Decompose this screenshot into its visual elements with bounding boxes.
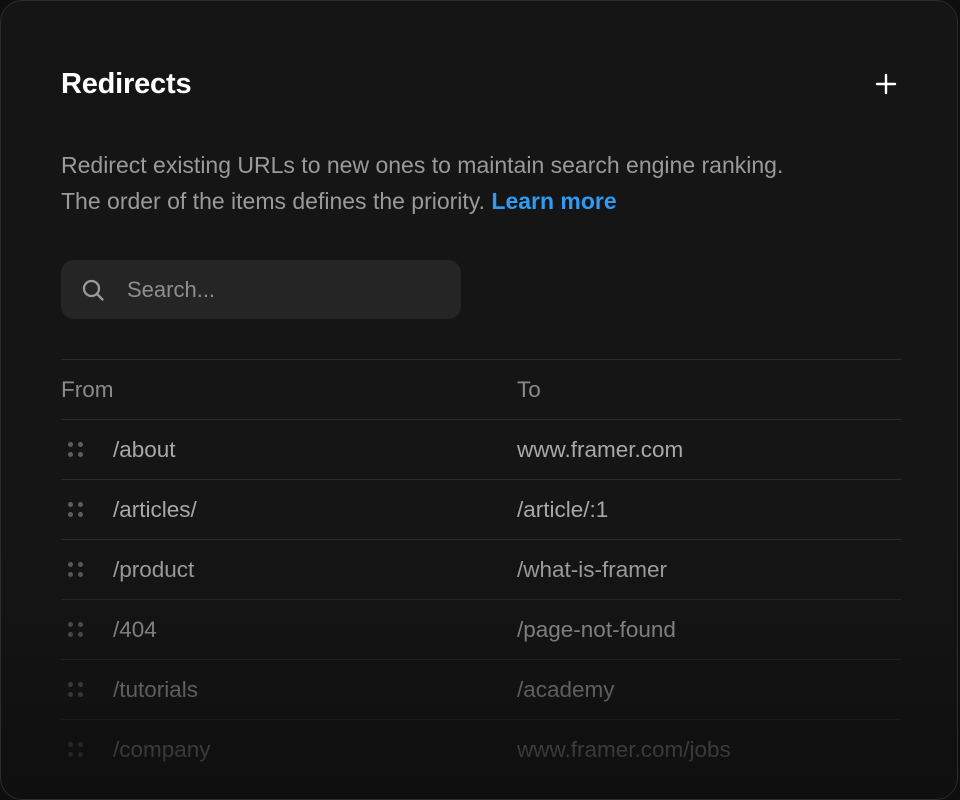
drag-handle-icon[interactable] xyxy=(68,561,84,578)
redirects-table: From To /about www.framer.com /articles/… xyxy=(61,359,901,779)
redirect-from: /about xyxy=(113,436,176,462)
learn-more-link[interactable]: Learn more xyxy=(491,188,616,214)
drag-handle-icon[interactable] xyxy=(68,681,84,698)
description-text: Redirect existing URLs to new ones to ma… xyxy=(61,152,784,214)
redirect-to: /page-not-found xyxy=(517,616,676,642)
drag-handle-icon[interactable] xyxy=(68,741,84,758)
search-box[interactable] xyxy=(61,260,461,319)
table-row[interactable]: /company www.framer.com/jobs xyxy=(61,719,901,779)
drag-handle-icon[interactable] xyxy=(68,501,84,518)
drag-handle-icon[interactable] xyxy=(68,621,84,638)
panel-title: Redirects xyxy=(61,67,192,100)
redirect-from: /company xyxy=(113,736,211,762)
redirect-to: /article/:1 xyxy=(517,496,609,522)
table-row[interactable]: /articles/ /article/:1 xyxy=(61,479,901,539)
table-row[interactable]: /about www.framer.com xyxy=(61,419,901,479)
search-input[interactable] xyxy=(125,275,429,304)
table-row[interactable]: /tutorials /academy xyxy=(61,659,901,719)
drag-handle-icon[interactable] xyxy=(68,441,84,458)
redirect-from: /articles/ xyxy=(113,496,197,522)
table-row[interactable]: /404 /page-not-found xyxy=(61,599,901,659)
plus-icon xyxy=(875,73,897,95)
redirect-from: /404 xyxy=(113,616,157,642)
add-redirect-button[interactable] xyxy=(873,71,899,97)
table-header: From To xyxy=(61,359,901,419)
column-header-from: From xyxy=(61,376,114,402)
redirect-from: /tutorials xyxy=(113,676,199,702)
redirect-to: www.framer.com/jobs xyxy=(517,736,731,762)
panel-description: Redirect existing URLs to new ones to ma… xyxy=(61,147,821,219)
redirect-to: /what-is-framer xyxy=(517,556,668,582)
panel-header: Redirects xyxy=(61,61,899,107)
table-row[interactable]: /product /what-is-framer xyxy=(61,539,901,599)
redirects-panel: Redirects Redirect existing URLs to new … xyxy=(0,0,958,800)
column-header-to: To xyxy=(517,376,541,402)
redirect-from: /product xyxy=(113,556,195,582)
redirect-to: /academy xyxy=(517,676,615,702)
search-icon xyxy=(80,277,106,303)
redirect-to: www.framer.com xyxy=(517,436,684,462)
